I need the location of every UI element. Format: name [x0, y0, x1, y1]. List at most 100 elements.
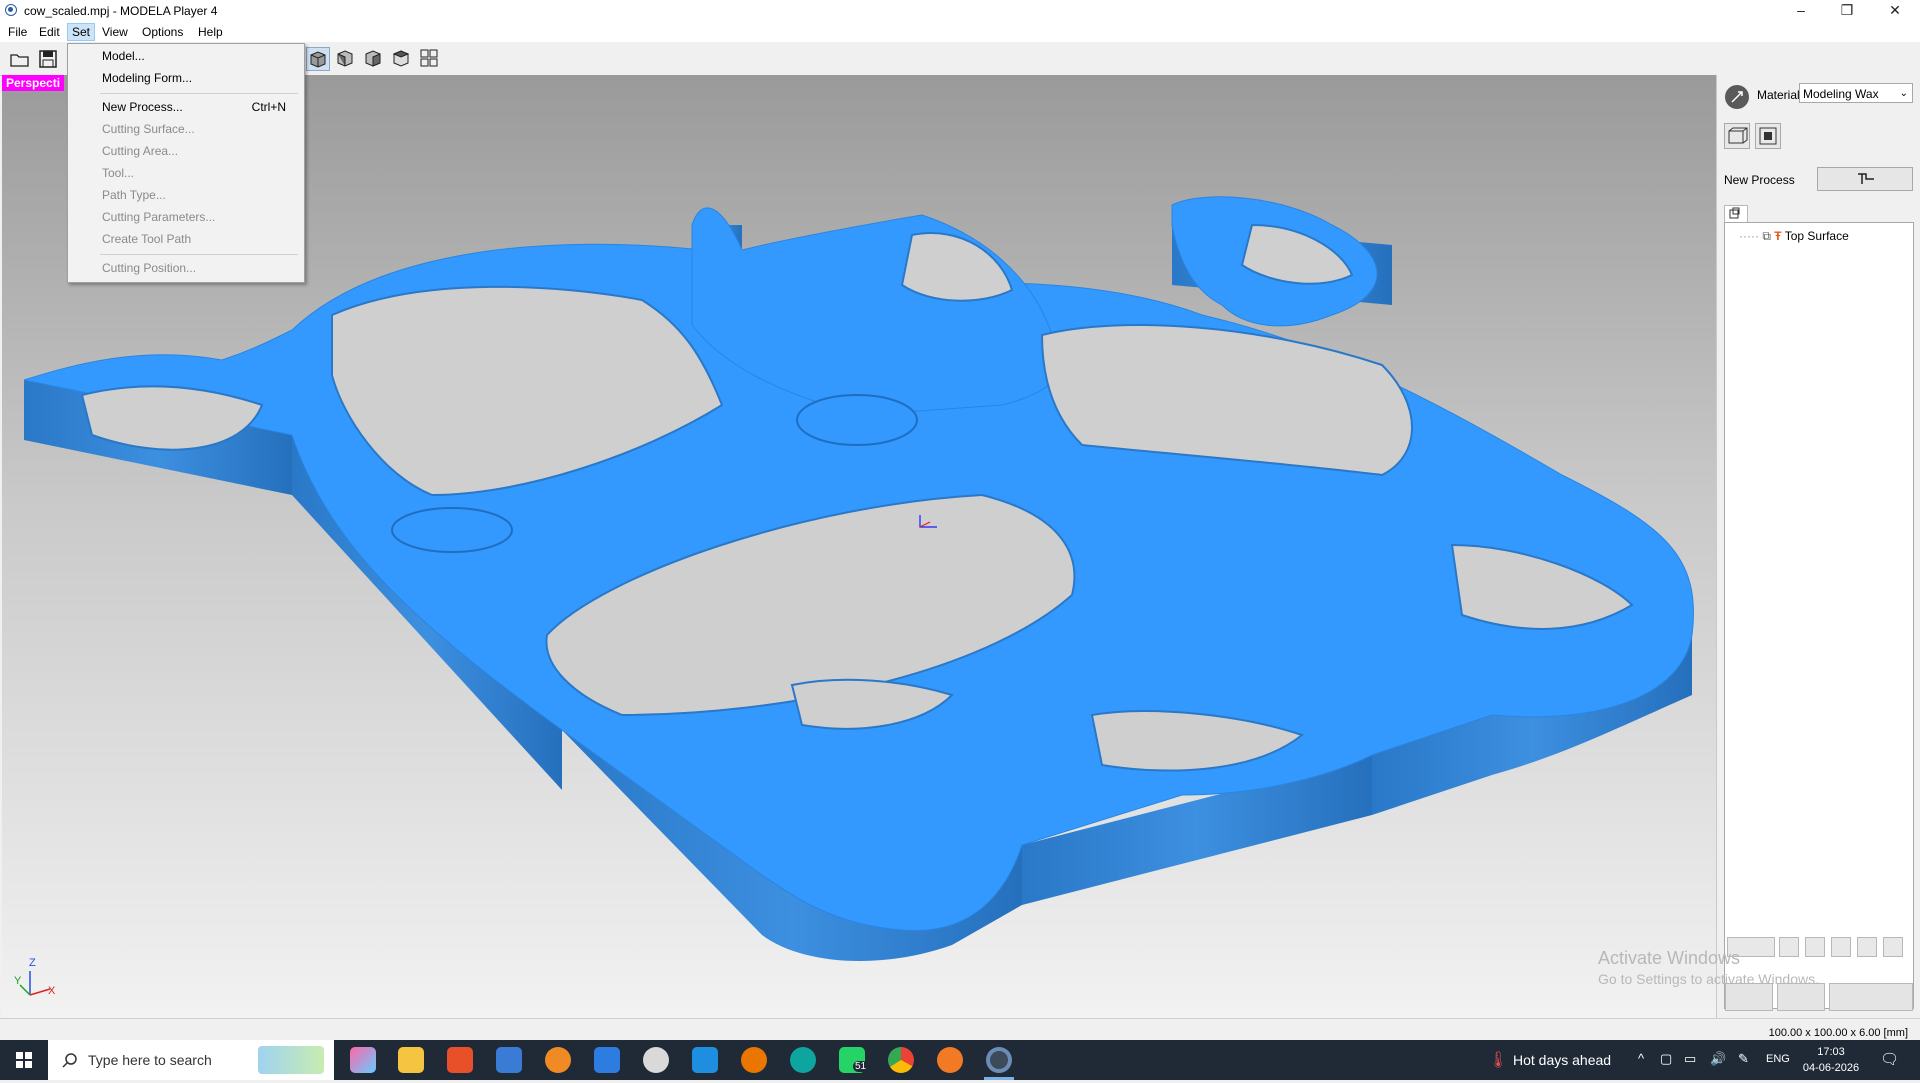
tray-device-icon[interactable]: ▢: [1660, 1051, 1672, 1067]
material-select-value: Modeling Wax: [1803, 87, 1879, 101]
menu-view[interactable]: View: [98, 24, 132, 40]
vscode-icon[interactable]: [692, 1047, 718, 1073]
watermark-title: Activate Windows: [1598, 948, 1741, 968]
menu-file[interactable]: File: [4, 24, 31, 40]
weather-widget[interactable]: Hot days ahead: [1513, 1052, 1611, 1068]
menu-item-modeling-form[interactable]: Modeling Form...: [68, 68, 304, 88]
new-process-label: New Process: [1724, 173, 1795, 187]
close-button[interactable]: ✕: [1872, 0, 1918, 22]
app-icon-orange[interactable]: [937, 1047, 963, 1073]
menu-edit[interactable]: Edit: [35, 24, 64, 40]
chevron-up-icon[interactable]: ^: [1638, 1051, 1644, 1066]
maximize-button[interactable]: ❐: [1824, 0, 1870, 22]
front-view-icon[interactable]: [334, 47, 358, 71]
blender-icon[interactable]: [741, 1047, 767, 1073]
menu-item-cutting-parameters: Cutting Parameters...: [102, 210, 216, 224]
menu-item-cutting-surface: Cutting Surface...: [102, 122, 195, 136]
volume-icon[interactable]: 🔊: [1710, 1051, 1726, 1067]
tree-item-top-surface[interactable]: ····· ⧉ Ŧ Top Surface: [1739, 229, 1849, 244]
material-icon: [1725, 85, 1749, 109]
menu-bar: File Edit Set View Options Help: [0, 22, 1920, 42]
open-folder-icon[interactable]: [8, 47, 32, 71]
shortcut-label: Ctrl+N: [251, 100, 286, 114]
menu-item-tool: Tool...: [102, 166, 135, 180]
material-select[interactable]: Modeling Wax ⌄: [1799, 83, 1913, 103]
clock-date: 04-06-2026: [1802, 1062, 1860, 1074]
set-dropdown-menu: Model... Modeling Form... New Process...…: [67, 43, 305, 283]
thermometer-icon: 🌡: [1488, 1052, 1509, 1069]
save-icon[interactable]: [36, 47, 60, 71]
photos-icon[interactable]: [594, 1047, 620, 1073]
menu-item-cutting-position: Cutting Position...: [102, 261, 197, 275]
search-app-icon[interactable]: [545, 1047, 571, 1073]
move-up-icon[interactable]: [1857, 937, 1877, 957]
edge-icon[interactable]: [790, 1047, 816, 1073]
cut-icon[interactable]: [1829, 983, 1913, 1011]
axis-y-label: Y: [14, 975, 22, 987]
iso-view-icon[interactable]: [306, 47, 330, 71]
brave-browser-icon[interactable]: [447, 1047, 473, 1073]
file-explorer-icon[interactable]: [398, 1047, 424, 1073]
app-icon: [5, 4, 17, 16]
activate-windows-watermark: Activate Windows Go to Settings to activ…: [1598, 948, 1819, 987]
menu-separator: [100, 93, 298, 94]
new-process-button[interactable]: [1817, 167, 1913, 191]
axis-z-label: Z: [29, 957, 36, 969]
menu-item-create-tool-path: Create Tool Path: [102, 232, 192, 246]
process-tree: ····· ⧉ Ŧ Top Surface: [1724, 222, 1914, 1009]
modeling-form-icon[interactable]: [1755, 123, 1781, 149]
menu-item-path-type: Path Type...: [102, 188, 166, 202]
pen-icon[interactable]: ✎: [1738, 1051, 1749, 1067]
delete-icon[interactable]: [1831, 937, 1851, 957]
chevron-down-icon: ⌄: [1899, 88, 1908, 99]
whatsapp-badge: 51: [853, 1061, 869, 1072]
search-icon: [62, 1053, 77, 1068]
quad-view-icon[interactable]: [418, 47, 442, 71]
menu-item-cutting-area: Cutting Area...: [102, 144, 179, 158]
menu-item-new-process[interactable]: New Process... Ctrl+N: [68, 97, 304, 117]
tree-item-label: Top Surface: [1784, 229, 1849, 243]
model-view-icon[interactable]: [1724, 123, 1750, 149]
network-icon[interactable]: ▭: [1684, 1051, 1696, 1067]
zoom-icon[interactable]: [1777, 983, 1825, 1011]
taskbar-search[interactable]: Type here to search: [48, 1040, 334, 1080]
menu-set[interactable]: Set: [67, 23, 96, 41]
menu-item-model[interactable]: Model...: [68, 46, 304, 66]
language-indicator[interactable]: ENG: [1766, 1053, 1790, 1065]
search-placeholder: Type here to search: [88, 1052, 212, 1068]
axis-gizmo: Z Y X: [12, 955, 62, 1005]
process-icon: ⧉: [1762, 229, 1771, 243]
menu-options[interactable]: Options: [138, 24, 187, 40]
chrome-icon[interactable]: [888, 1047, 914, 1073]
view-mode-label: Perspecti: [2, 75, 65, 91]
menu-item-new-process-label: New Process...: [102, 100, 183, 114]
menu-help[interactable]: Help: [194, 24, 227, 40]
microsoft-store-icon[interactable]: [496, 1047, 522, 1073]
title-bar: cow_scaled.mpj - MODELA Player 4 – ❐ ✕: [0, 0, 1920, 22]
right-panel: Material Modeling Wax ⌄ New Process ····…: [1716, 75, 1920, 1018]
minimize-button[interactable]: –: [1778, 0, 1824, 22]
watermark-subtitle: Go to Settings to activate Windows.: [1598, 971, 1819, 987]
model-dimensions: 100.00 x 100.00 x 6.00 [mm]: [1768, 1027, 1908, 1039]
whatsapp-icon[interactable]: 51: [839, 1047, 869, 1073]
window-title: cow_scaled.mpj - MODELA Player 4: [24, 4, 218, 18]
modela-player-icon[interactable]: [986, 1047, 1012, 1073]
copilot-icon[interactable]: [350, 1047, 376, 1073]
axis-x-label: X: [48, 985, 56, 997]
windows-start-icon[interactable]: [0, 1040, 48, 1080]
menu-separator: [100, 254, 298, 255]
notifications-icon[interactable]: 🗨: [1880, 1050, 1899, 1068]
side-view-icon[interactable]: [362, 47, 386, 71]
taskbar: Type here to search 51 🌡 Hot days ahead …: [0, 1040, 1920, 1080]
clock-time: 17:03: [1817, 1046, 1845, 1058]
chrome-profile-icon[interactable]: [643, 1047, 669, 1073]
clock[interactable]: 17:03 04-06-2026: [1796, 1044, 1866, 1076]
stop-icon[interactable]: [1725, 983, 1773, 1011]
tool-icon: Ŧ: [1774, 229, 1782, 243]
material-label: Material: [1757, 88, 1800, 102]
tree-connector: ·····: [1739, 229, 1759, 243]
search-highlight-image: [258, 1046, 324, 1074]
status-bar: 100.00 x 100.00 x 6.00 [mm]: [0, 1018, 1920, 1041]
move-down-icon[interactable]: [1883, 937, 1903, 957]
top-view-icon[interactable]: [390, 47, 414, 71]
